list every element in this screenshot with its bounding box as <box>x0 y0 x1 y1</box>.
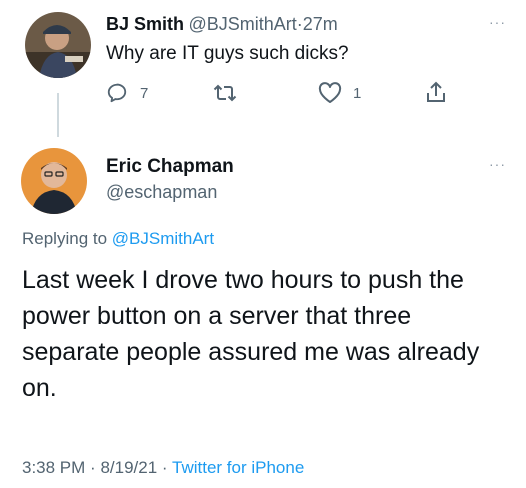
main-more-button[interactable]: ··· <box>489 156 506 172</box>
reply-count: 7 <box>140 84 149 102</box>
retweet-icon <box>213 84 237 102</box>
avatar-bj-smith[interactable] <box>25 12 91 78</box>
avatar-eric-chapman[interactable] <box>21 148 87 214</box>
parent-tweet-time[interactable]: 27m <box>303 14 338 34</box>
avatar-image <box>25 12 91 78</box>
parent-more-button[interactable]: ··· <box>489 14 506 30</box>
tweet-time[interactable]: 3:38 PM <box>22 458 85 477</box>
main-tweet-text: Last week I drove two hours to push the … <box>22 266 480 402</box>
tweet-metadata: 3:38 PM · 8/19/21 · Twitter for iPhone <box>22 458 304 478</box>
main-author-name[interactable]: Eric Chapman <box>106 156 234 178</box>
tweet-date[interactable]: 8/19/21 <box>100 458 157 477</box>
parent-author-handle[interactable]: @BJSmithArt <box>188 14 296 34</box>
retweet-action[interactable] <box>213 82 247 104</box>
parent-author-name[interactable]: BJ Smith <box>106 14 184 34</box>
meta-separator: · <box>161 458 168 477</box>
parent-tweet-text: Why are IT guys such dicks? <box>106 43 349 64</box>
reply-icon <box>107 83 127 103</box>
meta-separator: · <box>90 458 96 477</box>
like-action[interactable]: 1 <box>318 82 361 104</box>
reply-action[interactable]: 7 <box>106 82 148 104</box>
tweet-source[interactable]: Twitter for iPhone <box>172 458 304 477</box>
like-count: 1 <box>353 84 362 102</box>
replying-to-handle[interactable]: @BJSmithArt <box>112 229 214 248</box>
main-author-handle[interactable]: @eschapman <box>106 182 217 203</box>
parent-tweet-header: BJ Smith @BJSmithArt·27m <box>106 14 338 35</box>
share-icon <box>427 81 445 102</box>
heart-icon <box>318 82 342 103</box>
share-action[interactable] <box>425 80 447 104</box>
thread-line <box>57 93 59 137</box>
avatar-image <box>21 148 87 214</box>
replying-to-prefix: Replying to <box>22 229 108 248</box>
replying-to-line: Replying to @BJSmithArt <box>22 229 214 249</box>
